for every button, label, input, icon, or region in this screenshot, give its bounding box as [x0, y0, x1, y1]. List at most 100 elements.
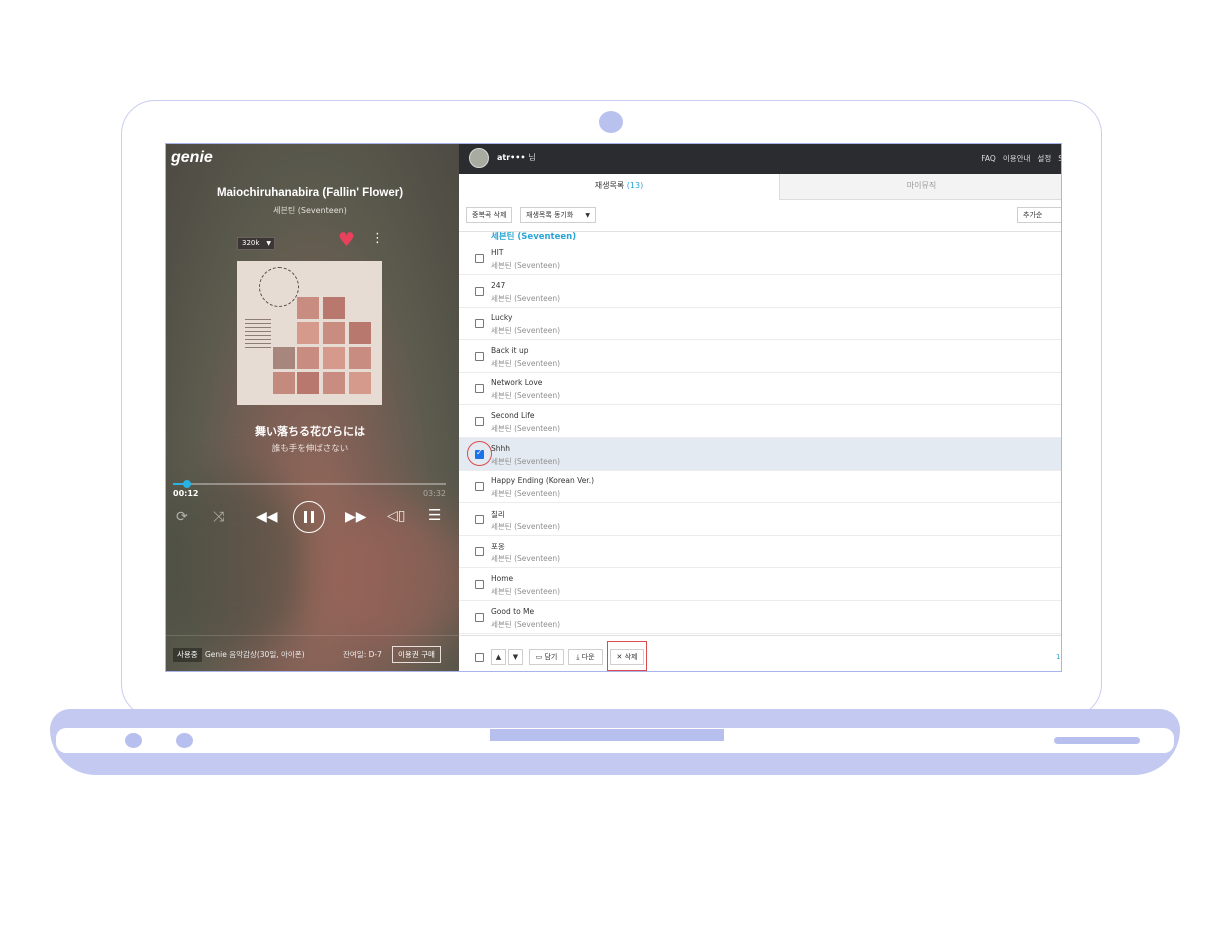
heart-icon[interactable]: ♥: [338, 231, 355, 250]
track-checkbox[interactable]: [475, 580, 484, 589]
track-artist[interactable]: 세븐틴 (Seventeen): [491, 456, 560, 467]
app-screen: genie Maiochiruhanabira (Fallin' Flower)…: [165, 143, 1062, 672]
track-checkbox[interactable]: [475, 612, 484, 622]
nav-faq[interactable]: FAQ: [981, 154, 996, 163]
track-artist[interactable]: 세븐틴 (Seventeen): [491, 619, 560, 630]
tab-playlist[interactable]: 재생목록 (13): [459, 174, 779, 200]
move-up-button[interactable]: ▲: [491, 649, 506, 665]
nav-more[interactable]: S: [1058, 154, 1061, 163]
progress-handle[interactable]: [182, 480, 191, 488]
track-row[interactable]: 칠리 세븐틴 (Seventeen): [459, 503, 1061, 536]
album-photo: [349, 322, 371, 344]
page-indicator[interactable]: 1-: [1056, 653, 1061, 661]
track-title[interactable]: Back it up: [491, 346, 529, 355]
volume-icon[interactable]: ◁▯: [387, 509, 405, 523]
album-art-ring: [259, 267, 299, 307]
lyric-line-next[interactable]: 誰も手を伸ばさない: [166, 442, 454, 454]
track-row[interactable]: Good to Me 세븐틴 (Seventeen): [459, 601, 1061, 634]
save-to-label: 담기: [544, 653, 558, 661]
nav-guide[interactable]: 이용안내: [1003, 154, 1031, 163]
album-photo: [297, 347, 319, 369]
track-row[interactable]: Home 세븐틴 (Seventeen): [459, 568, 1061, 601]
track-artist[interactable]: 세븐틴 (Seventeen): [491, 521, 560, 532]
track-checkbox[interactable]: [475, 351, 484, 361]
track-checkbox[interactable]: [475, 286, 484, 296]
save-to-button[interactable]: ▭ 담기: [529, 649, 564, 665]
genie-logo: genie: [171, 149, 213, 166]
rewind-icon[interactable]: ◀◀: [256, 510, 278, 524]
album-photo: [297, 322, 319, 344]
quality-select[interactable]: 320k ▼: [237, 237, 275, 250]
track-title[interactable]: 포옹: [491, 541, 505, 552]
album-art-text-lines: [245, 319, 271, 349]
progress-bar[interactable]: [173, 480, 446, 488]
track-artist[interactable]: 세븐틴 (Seventeen): [491, 553, 560, 564]
track-artist[interactable]: 세븐틴 (Seventeen): [491, 390, 560, 401]
track-row[interactable]: Lucky 세븐틴 (Seventeen): [459, 307, 1061, 341]
avatar[interactable]: [469, 148, 489, 168]
track-checkbox[interactable]: [475, 319, 484, 329]
repeat-icon[interactable]: ⟳: [176, 510, 188, 524]
track-checkbox[interactable]: [475, 482, 484, 492]
webcam-dot: [599, 111, 623, 133]
playlist-footer: ▲ ▼ ▭ 담기 ⤓ 다운 ✕ 삭제 1-: [459, 635, 1061, 671]
track-artist[interactable]: 세븐틴 (Seventeen): [491, 358, 560, 369]
pass-name: Genie 음악감상(30일, 아이폰): [205, 650, 305, 659]
track-checkbox[interactable]: [475, 254, 484, 263]
track-row[interactable]: 247 세븐틴 (Seventeen): [459, 275, 1061, 308]
buy-pass-button[interactable]: 이용권 구매: [392, 646, 441, 663]
track-artist[interactable]: 세븐틴 (Seventeen): [491, 423, 560, 434]
album-photo: [323, 322, 345, 344]
album-photo: [297, 297, 319, 319]
playlist-icon[interactable]: ☰: [428, 508, 441, 523]
track-artist[interactable]: 세븐틴 (Seventeen): [491, 325, 560, 336]
album-photo: [349, 372, 371, 394]
track-title[interactable]: HIT: [491, 248, 503, 257]
remove-duplicates-button[interactable]: 중복곡 삭제: [466, 207, 513, 223]
username[interactable]: atr••• 님: [497, 152, 536, 163]
track-checkbox[interactable]: [475, 417, 484, 426]
pause-button[interactable]: [293, 501, 325, 533]
track-title[interactable]: Shhh: [491, 444, 510, 453]
track-title[interactable]: Home: [491, 574, 513, 583]
track-row[interactable]: HIT 세븐틴 (Seventeen): [459, 242, 1061, 275]
nav-settings[interactable]: 설정: [1037, 154, 1051, 163]
track-title[interactable]: Happy Ending (Korean Ver.): [491, 476, 594, 485]
select-all-checkbox[interactable]: [475, 653, 484, 662]
song-artist[interactable]: 세븐틴 (Seventeen): [166, 205, 454, 216]
sort-select[interactable]: 추가순: [1017, 207, 1061, 223]
lyric-line-current[interactable]: 舞い落ちる花びらには: [166, 423, 454, 439]
track-row[interactable]: 포옹 세븐틴 (Seventeen): [459, 535, 1061, 569]
download-button[interactable]: ⤓ 다운: [568, 649, 603, 665]
track-artist[interactable]: 세븐틴 (Seventeen): [491, 586, 560, 597]
track-title[interactable]: Second Life: [491, 411, 535, 420]
track-artist[interactable]: 세븐틴 (Seventeen): [491, 488, 560, 499]
tab-mymusic[interactable]: 마이뮤직: [779, 174, 1061, 200]
arrow-up-icon: ▲: [495, 653, 502, 661]
track-title[interactable]: Network Love: [491, 378, 542, 387]
track-title[interactable]: 247: [491, 281, 505, 290]
track-title[interactable]: 칠리: [491, 509, 505, 520]
track-row[interactable]: Happy Ending (Korean Ver.) 세븐틴 (Seventeen…: [459, 470, 1061, 504]
playlist-toolbar: 중복곡 삭제 재생목록 동기화 ▼ 추가순: [459, 200, 1061, 232]
track-row[interactable]: Network Love 세븐틴 (Seventeen): [459, 372, 1061, 406]
track-checkbox[interactable]: [475, 514, 484, 524]
shuffle-icon[interactable]: ⤨: [213, 510, 224, 524]
move-down-button[interactable]: ▼: [508, 649, 523, 665]
track-title[interactable]: Lucky: [491, 313, 512, 322]
chevron-down-icon: ▼: [585, 212, 590, 219]
track-artist[interactable]: 세븐틴 (Seventeen): [491, 260, 560, 271]
more-vertical-icon[interactable]: ⋮: [371, 232, 384, 245]
background-blur: [316, 504, 459, 654]
track-artist[interactable]: 세븐틴 (Seventeen): [491, 293, 560, 304]
download-label: 다운: [581, 653, 595, 661]
track-title[interactable]: Good to Me: [491, 607, 534, 616]
track-row[interactable]: Second Life 세븐틴 (Seventeen): [459, 405, 1061, 438]
sync-select[interactable]: 재생목록 동기화 ▼: [520, 207, 596, 223]
track-checkbox[interactable]: [475, 547, 484, 557]
track-row[interactable]: Back it up 세븐틴 (Seventeen): [459, 340, 1061, 373]
track-row[interactable]: Shhh 세븐틴 (Seventeen): [459, 437, 1061, 471]
username-value: atr•••: [497, 153, 526, 162]
track-checkbox[interactable]: [475, 384, 484, 394]
fast-forward-icon[interactable]: ▶▶: [345, 510, 367, 524]
